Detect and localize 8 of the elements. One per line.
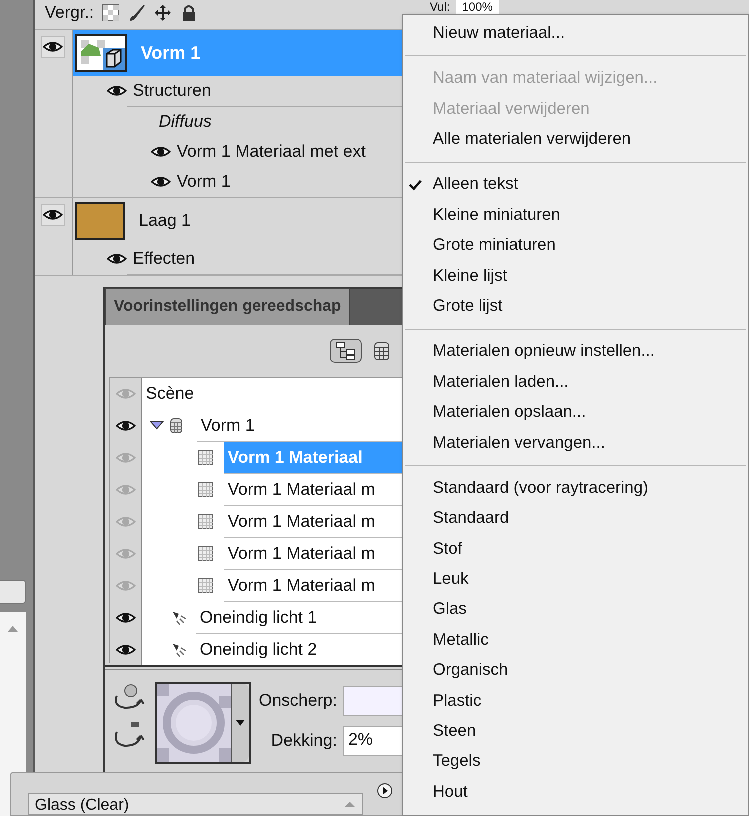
fill-label: Vul: [430, 0, 450, 14]
layer-name: Laag 1 [139, 210, 191, 232]
blur-label: Onscherp: [259, 690, 338, 712]
layer-name: Vorm 1 [141, 42, 201, 64]
preset-name: Glass (Clear) [35, 796, 130, 816]
category-label: Diffuus [159, 111, 212, 134]
lock-label: Vergr.: [45, 2, 94, 24]
opacity-label: Dekking: [271, 730, 338, 752]
